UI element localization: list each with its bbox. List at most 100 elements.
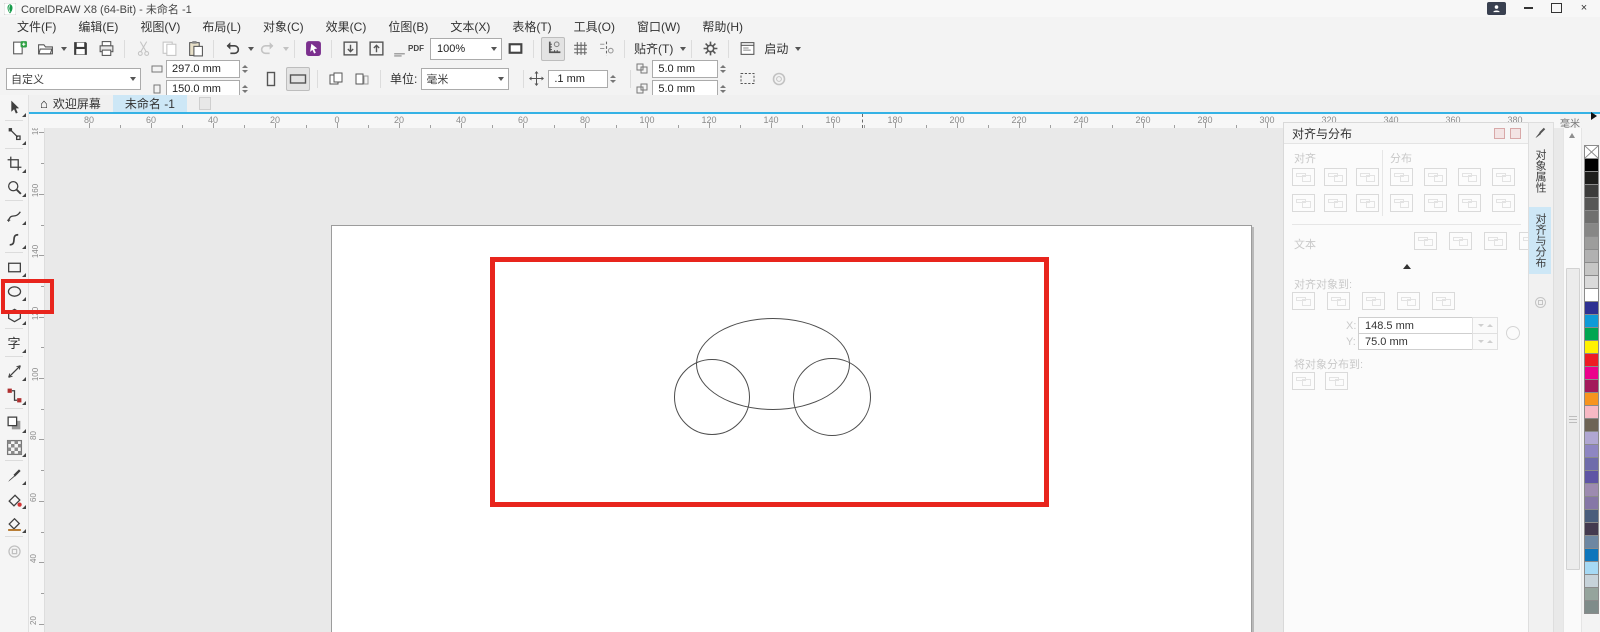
y-field-input[interactable] bbox=[1363, 335, 1473, 349]
docker-tab-align-distribute[interactable]: 对齐与分布 bbox=[1529, 207, 1551, 274]
color-swatch-35[interactable] bbox=[1584, 600, 1599, 614]
snap-to-caret[interactable] bbox=[680, 47, 686, 51]
color-swatch-17[interactable] bbox=[1584, 366, 1599, 380]
color-swatch-11[interactable] bbox=[1584, 288, 1599, 302]
color-swatch-1[interactable] bbox=[1584, 158, 1599, 172]
show-rulers-button[interactable] bbox=[541, 37, 565, 61]
color-swatch-5[interactable] bbox=[1584, 210, 1599, 224]
search-content-button[interactable] bbox=[302, 38, 324, 60]
page-preset-combo[interactable]: 自定义 bbox=[6, 68, 141, 90]
color-swatch-34[interactable] bbox=[1584, 587, 1599, 601]
eyedropper-flyout-icon[interactable] bbox=[22, 481, 26, 485]
rectangle-tool[interactable] bbox=[0, 255, 28, 279]
show-guidelines-button[interactable] bbox=[595, 38, 617, 60]
page-width-input[interactable] bbox=[170, 62, 236, 76]
landscape-button[interactable] bbox=[286, 67, 310, 91]
transparency-tool[interactable] bbox=[0, 435, 28, 459]
color-swatch-27[interactable] bbox=[1584, 496, 1599, 510]
shape-flyout-icon[interactable] bbox=[22, 141, 26, 145]
menu-item-6[interactable]: 位图(B) bbox=[377, 17, 439, 36]
menu-item-7[interactable]: 文本(X) bbox=[439, 17, 501, 36]
vertical-scrollbar[interactable] bbox=[1563, 128, 1582, 632]
color-swatch-13[interactable] bbox=[1584, 314, 1599, 328]
color-swatch-14[interactable] bbox=[1584, 327, 1599, 341]
zoom-caret[interactable] bbox=[491, 47, 497, 51]
print-button[interactable] bbox=[95, 38, 117, 60]
color-swatch-29[interactable] bbox=[1584, 522, 1599, 536]
options-button[interactable] bbox=[699, 38, 721, 60]
treat-as-filled-button[interactable] bbox=[736, 68, 758, 90]
zoom-flyout-icon[interactable] bbox=[22, 193, 26, 197]
units-combo[interactable]: 毫米 bbox=[421, 68, 509, 90]
color-swatch-30[interactable] bbox=[1584, 535, 1599, 549]
docker-collapse-icon[interactable] bbox=[1403, 264, 1411, 269]
text-flyout-icon[interactable] bbox=[22, 349, 26, 353]
polygon-flyout-icon[interactable] bbox=[22, 321, 26, 325]
units-caret[interactable] bbox=[498, 77, 504, 81]
y-field[interactable] bbox=[1358, 333, 1478, 350]
duplicate-x-input[interactable] bbox=[656, 62, 714, 76]
docker-tab-object-properties[interactable]: 对象属性 bbox=[1529, 143, 1551, 199]
color-swatch-8[interactable] bbox=[1584, 249, 1599, 263]
drop-shadow-flyout-icon[interactable] bbox=[22, 429, 26, 433]
menu-item-1[interactable]: 编辑(E) bbox=[67, 17, 129, 36]
color-swatch-22[interactable] bbox=[1584, 431, 1599, 445]
preset-caret[interactable] bbox=[130, 77, 136, 81]
color-swatch-32[interactable] bbox=[1584, 561, 1599, 575]
freehand-tool[interactable] bbox=[0, 203, 28, 227]
zoom-level-combo[interactable] bbox=[430, 38, 502, 60]
color-swatch-25[interactable] bbox=[1584, 470, 1599, 484]
eyedropper-docker-icon[interactable] bbox=[1529, 123, 1551, 143]
outline-tool[interactable] bbox=[0, 539, 28, 563]
color-swatch-24[interactable] bbox=[1584, 457, 1599, 471]
crop-flyout-icon[interactable] bbox=[22, 169, 26, 173]
color-swatch-10[interactable] bbox=[1584, 275, 1599, 289]
export-button[interactable] bbox=[365, 38, 387, 60]
menu-item-3[interactable]: 布局(L) bbox=[191, 17, 252, 36]
docker-float-icon[interactable] bbox=[1494, 128, 1505, 139]
save-button[interactable] bbox=[69, 38, 91, 60]
palette-scroll-right-icon[interactable] bbox=[1591, 112, 1597, 120]
docker-pin-icon[interactable] bbox=[1529, 292, 1551, 312]
menu-item-11[interactable]: 帮助(H) bbox=[691, 17, 754, 36]
open-dropdown-caret[interactable] bbox=[61, 47, 67, 51]
duplicate-x-stepper[interactable] bbox=[720, 65, 726, 73]
minimize-button[interactable] bbox=[1514, 1, 1542, 16]
dimension-tool[interactable] bbox=[0, 359, 28, 383]
connector-tool[interactable] bbox=[0, 383, 28, 407]
full-screen-preview-button[interactable] bbox=[504, 38, 526, 60]
menu-item-2[interactable]: 视图(V) bbox=[129, 17, 191, 36]
menu-item-0[interactable]: 文件(F) bbox=[6, 17, 67, 36]
snap-to-label[interactable]: 贴齐(T) bbox=[634, 40, 673, 57]
show-grid-button[interactable] bbox=[569, 38, 591, 60]
color-swatch-18[interactable] bbox=[1584, 379, 1599, 393]
eyedropper-tool[interactable] bbox=[0, 463, 28, 487]
crop-tool[interactable] bbox=[0, 151, 28, 175]
account-icon[interactable] bbox=[1487, 2, 1506, 15]
vertical-ruler[interactable]: 20406080100120140160180 bbox=[28, 128, 45, 632]
duplicate-y-input[interactable] bbox=[656, 82, 714, 96]
artistic-media-tool[interactable] bbox=[0, 227, 28, 251]
tab-document[interactable]: 未命名 -1 bbox=[113, 95, 187, 112]
launch-icon-button[interactable] bbox=[736, 38, 758, 60]
color-swatch-15[interactable] bbox=[1584, 340, 1599, 354]
undo-dropdown-caret[interactable] bbox=[248, 47, 254, 51]
color-swatch-2[interactable] bbox=[1584, 171, 1599, 185]
paste-button[interactable] bbox=[184, 38, 206, 60]
artistic-media-flyout-icon[interactable] bbox=[22, 245, 26, 249]
color-swatch-4[interactable] bbox=[1584, 197, 1599, 211]
open-button[interactable] bbox=[34, 38, 56, 60]
x-field-input[interactable] bbox=[1363, 319, 1473, 333]
pick-flyout-icon[interactable] bbox=[22, 113, 26, 117]
color-swatch-7[interactable] bbox=[1584, 236, 1599, 250]
nudge-stepper[interactable] bbox=[610, 75, 616, 83]
duplicate-y-stepper[interactable] bbox=[720, 85, 726, 93]
smart-fill-tool[interactable] bbox=[0, 511, 28, 535]
menu-item-4[interactable]: 对象(C) bbox=[252, 17, 315, 36]
color-swatch-26[interactable] bbox=[1584, 483, 1599, 497]
docker-close-icon[interactable] bbox=[1510, 128, 1521, 139]
color-swatch-28[interactable] bbox=[1584, 509, 1599, 523]
close-button[interactable]: × bbox=[1570, 1, 1598, 16]
menu-item-9[interactable]: 工具(O) bbox=[563, 17, 626, 36]
scrollbar-thumb[interactable] bbox=[1566, 268, 1580, 570]
